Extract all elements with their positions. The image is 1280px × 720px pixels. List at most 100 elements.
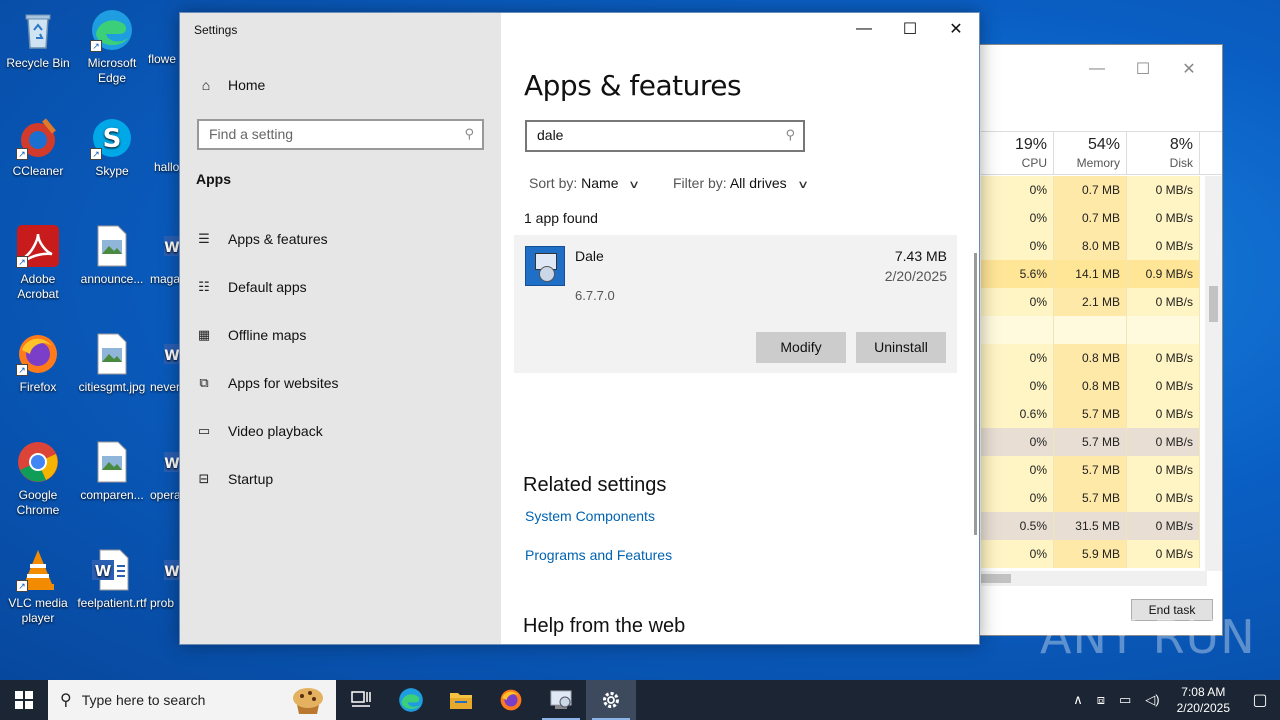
memory-cell: 0.7 MB	[1054, 204, 1127, 232]
folder-icon	[450, 693, 472, 709]
filter-dropdown[interactable]: Filter by: All drives ∨	[673, 175, 809, 191]
system-components-link[interactable]: System Components	[525, 508, 655, 524]
list-icon: ☰	[198, 231, 210, 246]
sort-dropdown[interactable]: Sort by: Name ∨	[529, 175, 640, 191]
task-manager-window[interactable]: — ☐ ✕ 19% CPU 54% Memory 8% Disk 0% 0.7 M…	[940, 44, 1223, 636]
table-row[interactable]: 0% 5.7 MB 0 MB/s	[981, 428, 1207, 456]
table-row[interactable]	[981, 316, 1207, 344]
nav-item-offline-maps[interactable]: ▦ Offline maps	[196, 327, 307, 343]
scrollbar-thumb[interactable]	[1209, 286, 1218, 322]
desktop-icon-ccleaner[interactable]: ↗ CCleaner	[0, 116, 76, 179]
desktop-icon-adobe-acrobat[interactable]: ↗ Adobe Acrobat	[0, 224, 76, 302]
svg-text:W: W	[95, 562, 112, 580]
taskbar-settings[interactable]	[586, 680, 636, 720]
nav-section-title: Apps	[196, 171, 231, 187]
cpu-cell: 0%	[981, 372, 1054, 400]
column-header-disk[interactable]: 8% Disk	[1127, 132, 1200, 174]
table-row[interactable]: 0.6% 5.7 MB 0 MB/s	[981, 400, 1207, 428]
desktop-icon-skype[interactable]: S ↗ Skype	[74, 116, 150, 179]
vertical-scrollbar[interactable]	[1205, 176, 1222, 571]
taskbar-installer[interactable]	[536, 680, 586, 720]
clock[interactable]: 7:08 AM 2/20/2025	[1177, 684, 1230, 716]
app-name: Dale	[575, 248, 604, 264]
find-setting-input[interactable]: Find a setting ⚲	[197, 119, 484, 150]
nav-item-label: Startup	[228, 471, 274, 487]
uninstall-button[interactable]: Uninstall	[856, 332, 946, 363]
desktop-icon-recycle-bin[interactable]: Recycle Bin	[0, 8, 76, 71]
table-row[interactable]: 5.6% 14.1 MB 0.9 MB/s	[981, 260, 1207, 288]
disk-cell: 0 MB/s	[1127, 428, 1200, 456]
maximize-icon[interactable]: ☐	[1120, 59, 1166, 79]
start-button[interactable]	[0, 680, 48, 720]
disk-cell	[1127, 316, 1200, 344]
nav-home[interactable]: ⌂ Home	[198, 77, 266, 93]
image-file-icon	[90, 224, 134, 268]
table-row[interactable]: 0% 5.9 MB 0 MB/s	[981, 540, 1207, 568]
table-row[interactable]: 0% 8.0 MB 0 MB/s	[981, 232, 1207, 260]
memory-cell: 5.7 MB	[1054, 456, 1127, 484]
settings-window[interactable]: Settings ⌂ Home Find a setting ⚲ Apps ☰ …	[179, 12, 980, 645]
desktop-icon-google-chrome[interactable]: Google Chrome	[0, 440, 76, 518]
task-manager-titlebar: — ☐ ✕	[941, 45, 1222, 93]
table-row[interactable]: 0% 0.7 MB 0 MB/s	[981, 204, 1207, 232]
memory-cell: 0.7 MB	[1054, 176, 1127, 204]
table-row[interactable]: 0% 2.1 MB 0 MB/s	[981, 288, 1207, 316]
desktop-icon-announce[interactable]: announce...	[74, 224, 150, 287]
scrollbar-thumb[interactable]	[981, 574, 1011, 583]
skype-icon: S ↗	[90, 116, 134, 160]
desktop-icon-microsoft-edge[interactable]: ↗ Microsoft Edge	[74, 8, 150, 86]
minimize-icon[interactable]: —	[1074, 60, 1120, 78]
memory-cell: 2.1 MB	[1054, 288, 1127, 316]
network-device-icon[interactable]: ⧈	[1097, 692, 1105, 708]
svg-text:W: W	[164, 240, 179, 256]
programs-features-link[interactable]: Programs and Features	[525, 547, 672, 563]
nav-item-apps-features[interactable]: ☰ Apps & features	[196, 231, 327, 247]
chevron-up-icon[interactable]: ∧	[1073, 692, 1083, 708]
table-row[interactable]: 0% 0.8 MB 0 MB/s	[981, 372, 1207, 400]
table-row[interactable]: 0% 5.7 MB 0 MB/s	[981, 484, 1207, 512]
nav-item-apps-for-websites[interactable]: ⧉ Apps for websites	[196, 375, 338, 391]
muffin-icon	[293, 688, 323, 714]
desktop-icon-firefox[interactable]: ↗ Firefox	[0, 332, 76, 395]
close-icon[interactable]: ✕	[933, 13, 979, 45]
desktop-icon-vlc[interactable]: ↗ VLC media player	[0, 548, 76, 626]
close-icon[interactable]: ✕	[1166, 59, 1212, 79]
network-icon[interactable]: ▭	[1119, 692, 1131, 708]
horizontal-scrollbar[interactable]	[981, 571, 1207, 586]
app-search-input[interactable]: dale ⚲	[525, 120, 805, 152]
nav-item-default-apps[interactable]: ☷ Default apps	[196, 279, 306, 295]
nav-item-video-playback[interactable]: ▭ Video playback	[196, 423, 323, 439]
desktop-icon-opera[interactable]: W opera	[150, 440, 180, 503]
desktop-icon-maga[interactable]: W maga	[150, 224, 180, 287]
nav-item-startup[interactable]: ⊟ Startup	[196, 471, 274, 487]
desktop-icon-prob[interactable]: W prob	[150, 548, 180, 611]
taskbar-search-placeholder: Type here to search	[81, 692, 206, 708]
taskbar-file-explorer[interactable]	[436, 680, 486, 720]
taskbar-edge[interactable]	[386, 680, 436, 720]
minimize-icon[interactable]: —	[841, 13, 887, 45]
app-install-date: 2/20/2025	[884, 268, 947, 284]
firefox-icon: ↗	[16, 332, 60, 376]
desktop-icon-feelpatient[interactable]: W feelpatient.rtf	[74, 548, 150, 611]
table-row[interactable]: 0.5% 31.5 MB 0 MB/s	[981, 512, 1207, 540]
app-list-item[interactable]: Dale 7.43 MB 2/20/2025 6.7.7.0 Modify Un…	[514, 235, 957, 373]
taskbar-firefox[interactable]	[486, 680, 536, 720]
desktop-icon-citiesgmt[interactable]: citiesgmt.jpg	[74, 332, 150, 395]
column-header-memory[interactable]: 54% Memory	[1054, 132, 1127, 174]
column-header-cpu[interactable]: 19% CPU	[981, 132, 1054, 174]
content-scrollbar[interactable]	[974, 253, 977, 535]
volume-icon[interactable]: ◁)	[1145, 692, 1159, 708]
taskbar-search[interactable]: ⚲ Type here to search	[48, 680, 336, 720]
desktop-icon-never[interactable]: W never	[150, 332, 180, 395]
table-row[interactable]: 0% 0.8 MB 0 MB/s	[981, 344, 1207, 372]
memory-cell: 14.1 MB	[1054, 260, 1127, 288]
table-row[interactable]: 0% 5.7 MB 0 MB/s	[981, 456, 1207, 484]
task-view-button[interactable]	[336, 680, 386, 720]
table-row[interactable]: 0% 0.7 MB 0 MB/s	[981, 176, 1207, 204]
notification-icon[interactable]: ▢	[1240, 690, 1280, 710]
desktop-icon-comparen[interactable]: comparen...	[74, 440, 150, 503]
modify-button[interactable]: Modify	[756, 332, 846, 363]
web-app-icon: ⧉	[199, 375, 209, 390]
cpu-cell: 0%	[981, 176, 1054, 204]
maximize-icon[interactable]: ☐	[887, 13, 933, 45]
